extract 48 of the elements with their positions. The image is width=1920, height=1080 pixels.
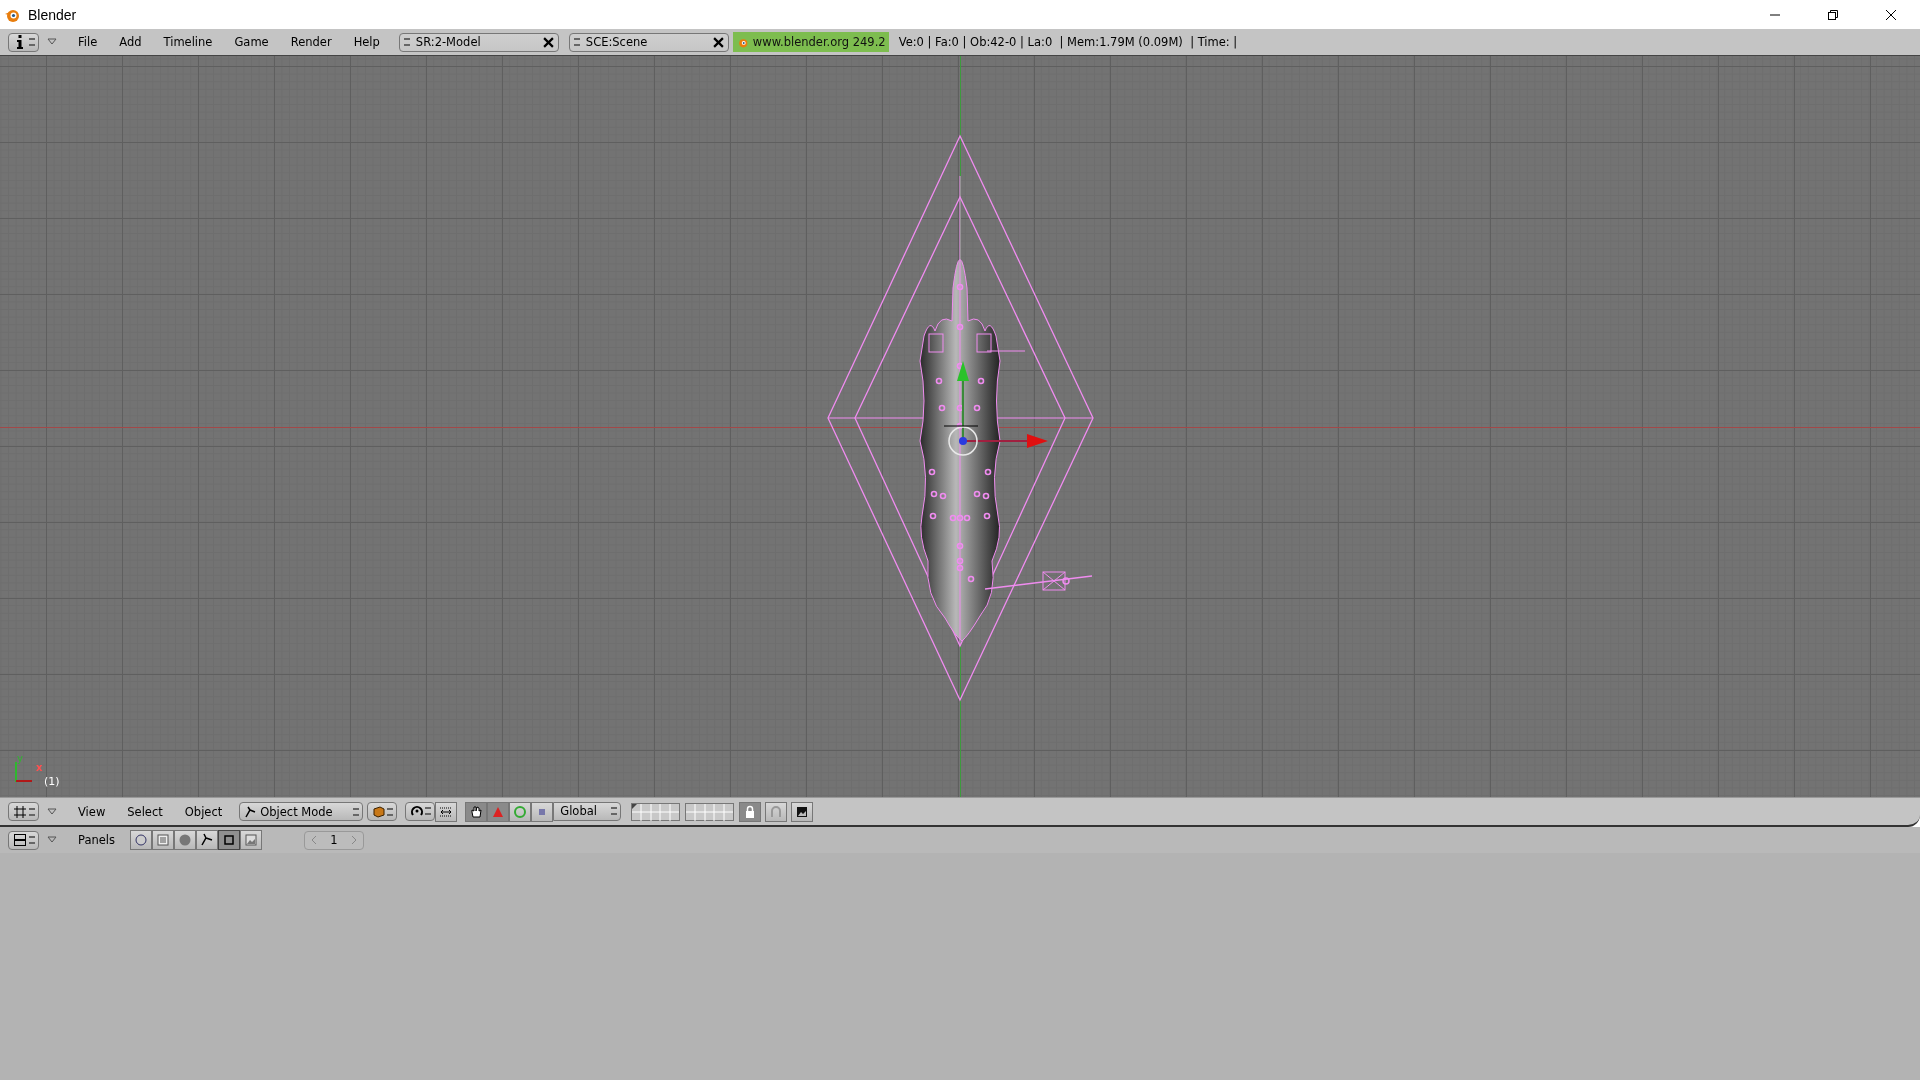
- editor-type-button[interactable]: [8, 802, 39, 821]
- axis-icon: [14, 762, 34, 784]
- menu-item[interactable]: Select: [118, 804, 172, 819]
- sheet-tab-icon[interactable]: [152, 830, 174, 850]
- armature-icon: [244, 805, 257, 818]
- window-title: Blender: [28, 6, 77, 23]
- close-icon[interactable]: [542, 36, 554, 48]
- grid-icon: [13, 804, 27, 819]
- frame-number: (1): [44, 775, 60, 788]
- axis-label: x: [36, 762, 43, 773]
- editor-type-button[interactable]: [8, 32, 39, 52]
- pivot-icon: [410, 804, 425, 818]
- menu-item[interactable]: Game: [225, 35, 278, 49]
- collapse-triangle-icon[interactable]: [47, 38, 57, 46]
- menu-item[interactable]: Render: [281, 35, 341, 49]
- scene-selector[interactable]: SCE:Scene: [568, 32, 729, 52]
- menu-item[interactable]: Timeline: [154, 35, 222, 49]
- layer-buttons-icon[interactable]: [631, 802, 736, 821]
- square-tab-icon[interactable]: [218, 830, 240, 850]
- ring-icon[interactable]: [509, 801, 532, 822]
- lock-icon[interactable]: [739, 801, 762, 822]
- menu-item[interactable]: Panels: [69, 833, 124, 847]
- orientation-dropdown[interactable]: Global: [553, 801, 622, 821]
- axis-label: y: [17, 753, 23, 764]
- version-link[interactable]: www.blender.org 249.2: [732, 32, 889, 52]
- armature-tab-icon[interactable]: [196, 830, 218, 850]
- scene-statistics: Ve:0 | Fa:0 | Ob:42-0 | La:0 | Mem:1.79M (0.09M) | Time: |: [898, 35, 1238, 49]
- panels-icon: [13, 833, 27, 847]
- cube-icon: [372, 804, 387, 819]
- menu-item[interactable]: Add: [110, 35, 151, 49]
- menu-item[interactable]: Help: [344, 35, 389, 49]
- menu-item[interactable]: File: [69, 35, 107, 49]
- close-icon[interactable]: [712, 36, 724, 48]
- snap-icon[interactable]: [435, 801, 458, 822]
- ball-tab-icon[interactable]: [130, 830, 152, 850]
- editor-type-button[interactable]: [8, 830, 39, 850]
- hand-icon[interactable]: [465, 801, 488, 822]
- screen-selector[interactable]: SR:2-Model: [398, 32, 559, 52]
- render-picture-icon[interactable]: [791, 801, 814, 822]
- picture-tab-icon[interactable]: [240, 830, 262, 850]
- pivot-button[interactable]: [405, 801, 436, 821]
- menu-item[interactable]: Object: [175, 804, 232, 819]
- collapse-triangle-icon[interactable]: [47, 836, 57, 844]
- square-icon[interactable]: [531, 801, 554, 822]
- mode-dropdown[interactable]: Object Mode: [239, 802, 364, 821]
- menu-item[interactable]: View: [69, 804, 115, 819]
- draw-type-button[interactable]: [367, 802, 398, 821]
- collapse-triangle-icon[interactable]: [47, 807, 57, 816]
